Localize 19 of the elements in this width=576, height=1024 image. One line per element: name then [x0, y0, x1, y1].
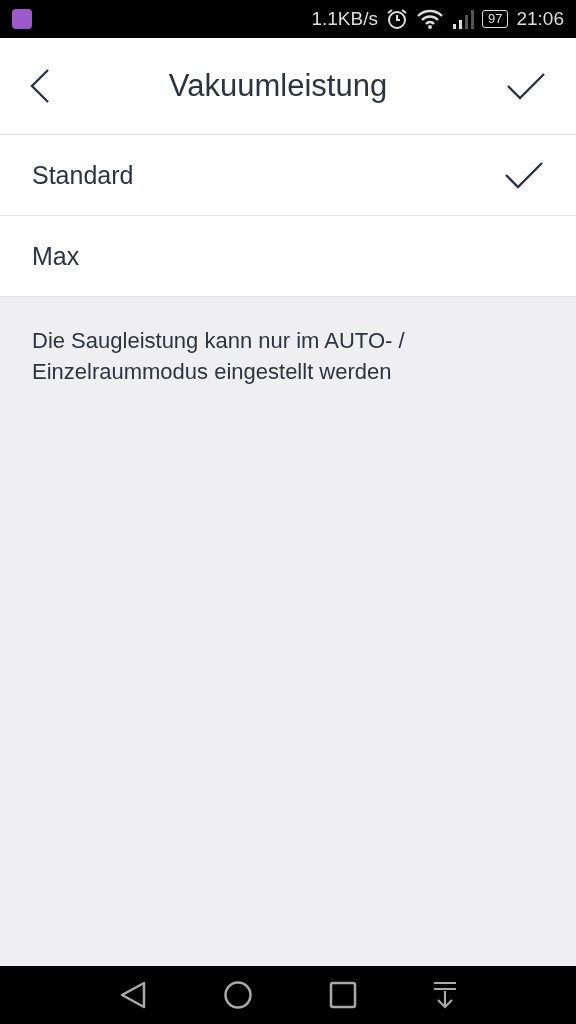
- confirm-check-icon[interactable]: [506, 72, 546, 100]
- notification-pull-icon[interactable]: [433, 981, 457, 1009]
- clock: 21:06: [516, 8, 564, 30]
- battery-level: 97: [482, 10, 509, 28]
- wifi-icon: [416, 8, 444, 30]
- option-row[interactable]: Standard: [0, 135, 576, 216]
- option-label: Max: [32, 241, 81, 271]
- recents-icon[interactable]: [329, 981, 357, 1009]
- home-icon[interactable]: [223, 980, 253, 1010]
- signal-icon: [452, 8, 474, 30]
- info-text: Die Saugleistung kann nur im AUTO- / Einzelraummodus eingestellt werden: [31, 327, 406, 386]
- back-icon[interactable]: [119, 980, 147, 1010]
- app-icon: [12, 9, 32, 29]
- option-row[interactable]: Max: [0, 216, 576, 297]
- option-label: Standard: [32, 160, 135, 190]
- page-title: Vakuumleistung: [167, 68, 389, 104]
- alarm-icon: [386, 8, 408, 30]
- back-icon[interactable]: [30, 68, 50, 104]
- network-speed: 1.1KB/s: [311, 8, 378, 30]
